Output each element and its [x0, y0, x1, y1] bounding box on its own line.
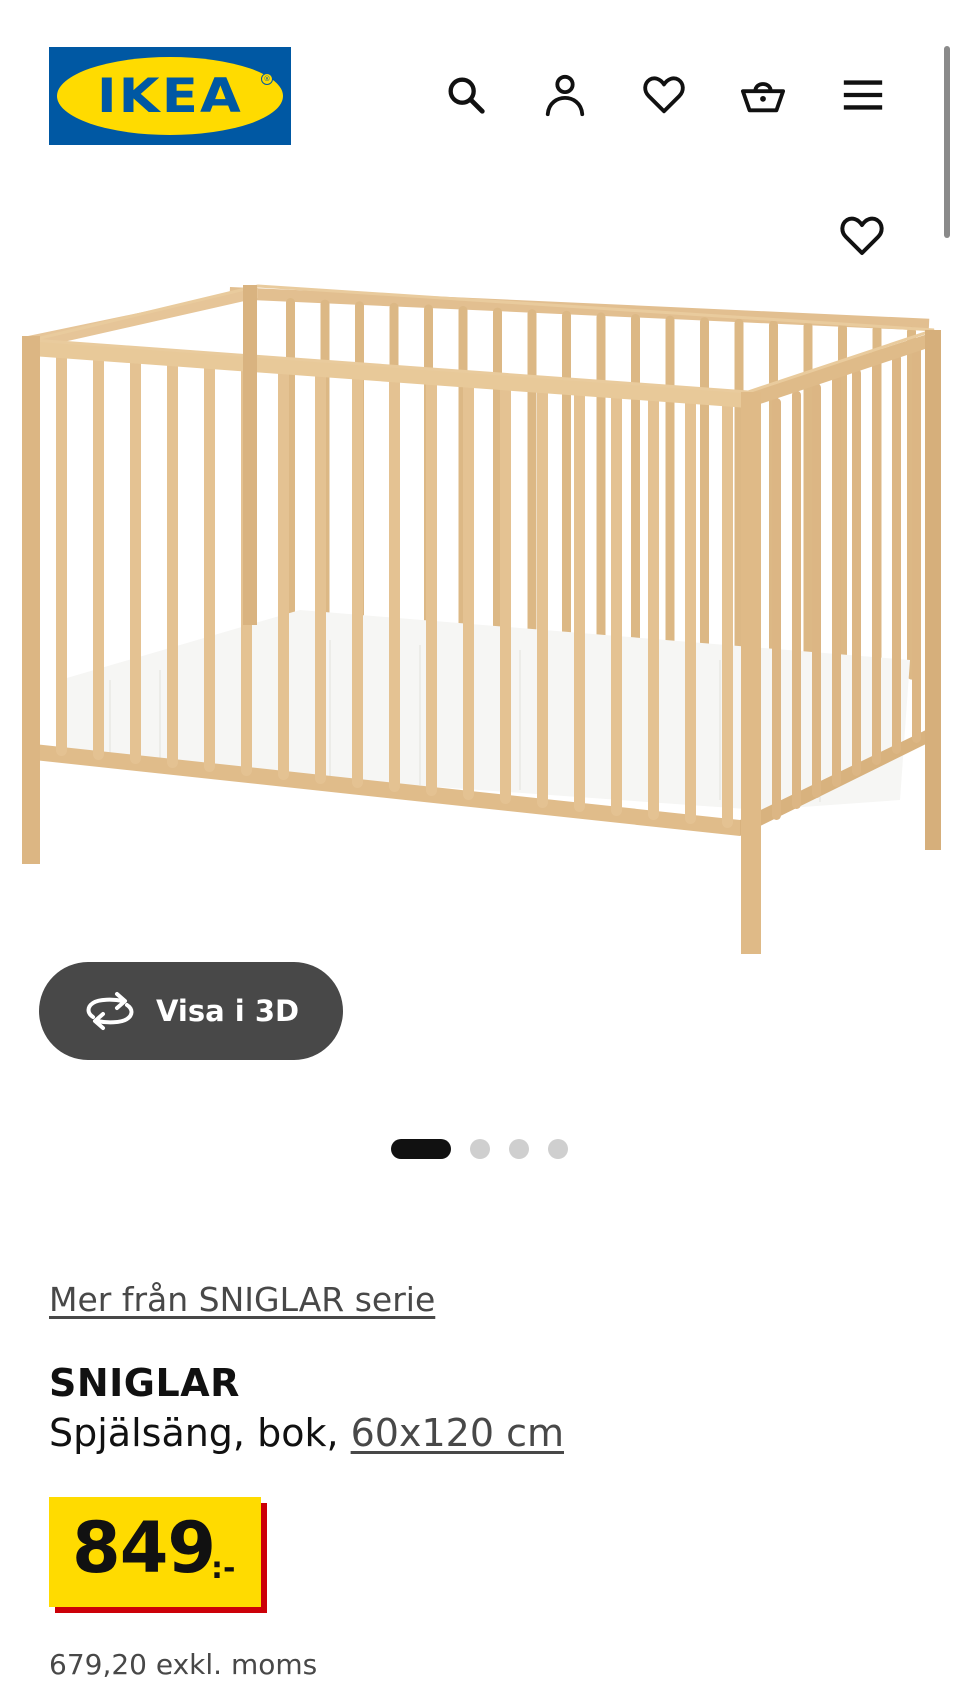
product-name: SNIGLAR [49, 1361, 240, 1405]
crib-slat [892, 353, 901, 754]
crib-slat [389, 376, 400, 792]
crib-slat [278, 368, 289, 780]
crib-slat [722, 400, 733, 828]
carousel-dot-2[interactable] [470, 1139, 490, 1159]
product-type: Spjälsäng, bok, [49, 1411, 351, 1455]
crib-slat [500, 384, 511, 804]
crib-slat [685, 397, 696, 824]
carousel-dot-3[interactable] [509, 1139, 529, 1159]
price-suffix: :- [211, 1551, 236, 1586]
favorite-product-button[interactable] [834, 208, 890, 264]
crib-slat [611, 392, 622, 816]
carousel-dot-4[interactable] [548, 1139, 568, 1159]
crib-slat [562, 310, 571, 658]
crib-slat [204, 362, 215, 772]
crib-slat [812, 383, 821, 798]
crib-slat [315, 370, 326, 784]
crib-slat [832, 375, 841, 787]
product-description: Spjälsäng, bok, 60x120 cm [49, 1411, 564, 1455]
user-icon[interactable] [536, 66, 594, 124]
rotate-icon [86, 992, 134, 1030]
price-tag: 849 :- [49, 1497, 267, 1613]
crib-slat [648, 395, 659, 820]
price-box: 849 :- [49, 1497, 261, 1607]
crib-slat [872, 361, 881, 765]
menu-icon[interactable] [834, 66, 892, 124]
series-link[interactable]: Mer från SNIGLAR serie [49, 1280, 435, 1319]
crib-slat [167, 360, 178, 768]
product-image-crib[interactable] [0, 270, 960, 960]
heart-icon[interactable] [635, 66, 693, 124]
heart-icon [840, 216, 884, 255]
crib-slat [93, 354, 104, 760]
crib-slat [631, 314, 640, 662]
search-icon[interactable] [437, 66, 495, 124]
crib-slat [574, 389, 585, 812]
crib-slat [352, 373, 363, 788]
page-scrollbar[interactable] [944, 46, 950, 238]
crib-slat [665, 315, 675, 665]
crib-slat [426, 379, 437, 796]
crib-slat [700, 317, 709, 667]
crib-slat [527, 309, 537, 656]
basket-icon[interactable] [734, 66, 792, 124]
crib-slat [130, 357, 141, 764]
registered-mark-icon: ® [261, 73, 273, 85]
carousel-dot-1[interactable] [391, 1139, 451, 1159]
price-amount: 849 [72, 1507, 216, 1589]
ikea-logo[interactable]: IKEA ® [49, 47, 291, 145]
view-in-3d-label: Visa i 3D [156, 994, 300, 1028]
price-excluding-vat: 679,20 exkl. moms [49, 1648, 318, 1681]
crib-slat [912, 346, 921, 743]
crib-slat [772, 398, 781, 820]
crib-slat [463, 381, 474, 800]
view-in-3d-button[interactable]: Visa i 3D [39, 962, 343, 1060]
crib-slat [537, 387, 548, 808]
logo-text: IKEA [96, 68, 244, 124]
site-header: IKEA ® [0, 0, 960, 170]
crib-slat [56, 352, 67, 756]
carousel-indicator [391, 1139, 587, 1159]
size-link[interactable]: 60x120 cm [351, 1411, 564, 1455]
crib-slat [852, 368, 861, 776]
crib-slat [596, 312, 606, 660]
crib-slat [792, 390, 801, 809]
